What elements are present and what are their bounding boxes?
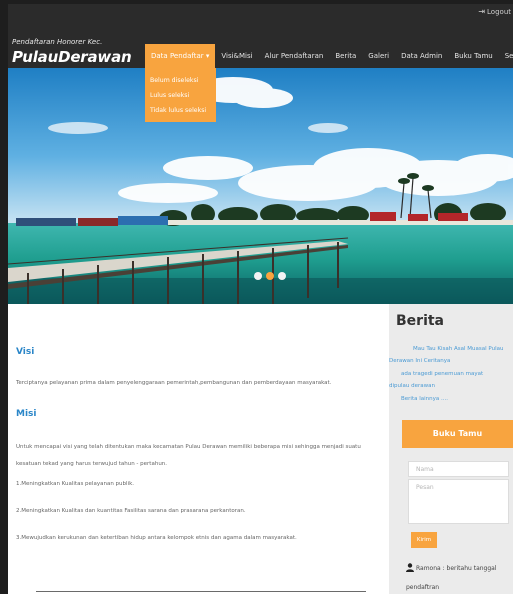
news-link[interactable]: ada tragedi penemuan mayat [401, 371, 483, 377]
misi-item: 3.Mewujudkan kerukunan dan ketertiban hi… [16, 535, 297, 541]
nav-item-visi-misi[interactable]: Visi&Misi [215, 44, 258, 68]
slider-dot-3[interactable] [278, 272, 286, 280]
misi-intro: Untuk mencapai visi yang telah ditentuka… [16, 444, 361, 467]
nav-item-data-pendaftar[interactable]: Data Pendaftar ▾ [145, 44, 216, 68]
more-news-link[interactable]: Berita lainnya .... [401, 396, 448, 402]
logout-icon: ⇥ [478, 7, 486, 16]
guest-comment-text: Ramona : beritahu tanggal [416, 565, 497, 572]
main-nav: Data Pendaftar ▾ Visi&Misi Alur Pendafta… [145, 44, 513, 68]
dropdown-item-lulus-seleksi[interactable]: Lulus seleksi [145, 88, 216, 103]
visi-heading: Visi [16, 347, 35, 357]
logout-label: Logout [487, 8, 511, 16]
logout-link[interactable]: ⇥ Logout [478, 7, 511, 16]
slider-dots [254, 272, 286, 280]
nav-item-berita[interactable]: Berita [329, 44, 362, 68]
news-link[interactable]: Derawan Ini Ceritanya [389, 358, 450, 364]
nav-item-galeri[interactable]: Galeri [362, 44, 395, 68]
message-textarea[interactable] [408, 479, 509, 524]
divider [36, 591, 366, 592]
brand-title[interactable]: PulauDerawan [12, 48, 132, 66]
slider-dot-1[interactable] [254, 272, 262, 280]
guestbook-heading: Buku Tamu [402, 420, 513, 448]
submit-button[interactable]: Kirim [411, 532, 437, 548]
nav-item-setting[interactable]: Setting [499, 44, 513, 68]
slider-dot-2[interactable] [266, 272, 274, 280]
dropdown-item-tidak-lulus-seleksi[interactable]: Tidak lulus seleksi [145, 103, 216, 118]
brand-subtitle: Pendaftaran Honorer Kec. [12, 38, 103, 46]
dropdown-item-belum-diseleksi[interactable]: Belum diseleksi [145, 73, 216, 88]
site-header: ⇥ Logout Pendaftaran Honorer Kec. PulauDe… [8, 4, 513, 68]
data-pendaftar-dropdown: Belum diseleksi Lulus seleksi Tidak lulu… [145, 68, 216, 122]
hero-image [8, 68, 513, 304]
nav-item-buku-tamu[interactable]: Buku Tamu [448, 44, 498, 68]
main-content: Visi Terciptanya pelayanan prima dalam p… [8, 304, 389, 594]
name-input[interactable] [408, 461, 509, 477]
visi-text: Terciptanya pelayanan prima dalam penyel… [16, 380, 332, 386]
guest-comment-text-cont: pendaftran [406, 584, 440, 591]
nav-item-alur-pendaftaran[interactable]: Alur Pendaftaran [259, 44, 330, 68]
nav-item-data-admin[interactable]: Data Admin [395, 44, 448, 68]
misi-heading: Misi [16, 409, 37, 419]
misi-item: 1.Meningkatkan Kualitas pelayanan publik… [16, 481, 135, 487]
page: ⇥ Logout Pendaftaran Honorer Kec. PulauDe… [8, 4, 513, 594]
user-icon [406, 563, 414, 572]
news-link[interactable]: dipulau derawan [389, 383, 435, 389]
news-link[interactable]: Mau Tau Kisah Asal Muasal Pulau [413, 346, 504, 352]
sidebar: Berita Mau Tau Kisah Asal Muasal Pulau D… [389, 304, 513, 594]
hero-slider[interactable] [8, 68, 513, 304]
berita-heading: Berita [396, 313, 445, 329]
misi-item: 2.Meningkatkan Kualitas dan kuantitas Fa… [16, 508, 246, 514]
